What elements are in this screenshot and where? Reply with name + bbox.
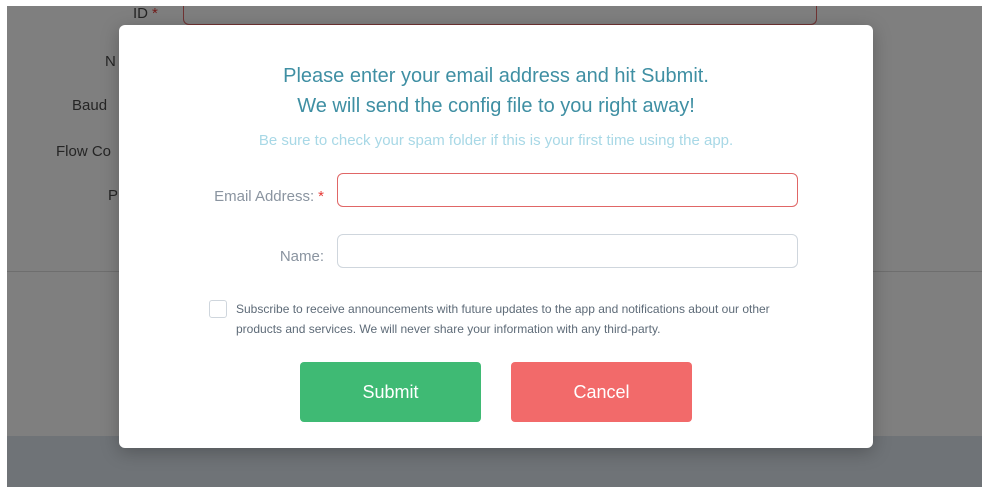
dialog-title: Please enter your email address and hit … [119, 61, 873, 121]
page: ID* N Baud Flow Co P Please enter your e… [0, 0, 982, 487]
spam-folder-hint: Be sure to check your spam folder if thi… [258, 132, 734, 149]
dialog-title-line-1: Please enter your email address and hit … [283, 65, 709, 87]
subscribe-text: Subscribe to receive announcements with … [236, 302, 770, 336]
dialog-title-line-2: We will send the config file to you righ… [297, 95, 695, 117]
subscribe-checkbox[interactable] [209, 300, 227, 318]
email-config-dialog: Please enter your email address and hit … [119, 25, 873, 448]
submit-button[interactable]: Submit [300, 362, 481, 422]
name-label: Name: [279, 248, 324, 265]
cancel-button[interactable]: Cancel [511, 362, 692, 422]
name-input[interactable] [337, 234, 798, 268]
email-label: Email Address: * [214, 188, 324, 205]
email-input[interactable] [337, 173, 798, 207]
